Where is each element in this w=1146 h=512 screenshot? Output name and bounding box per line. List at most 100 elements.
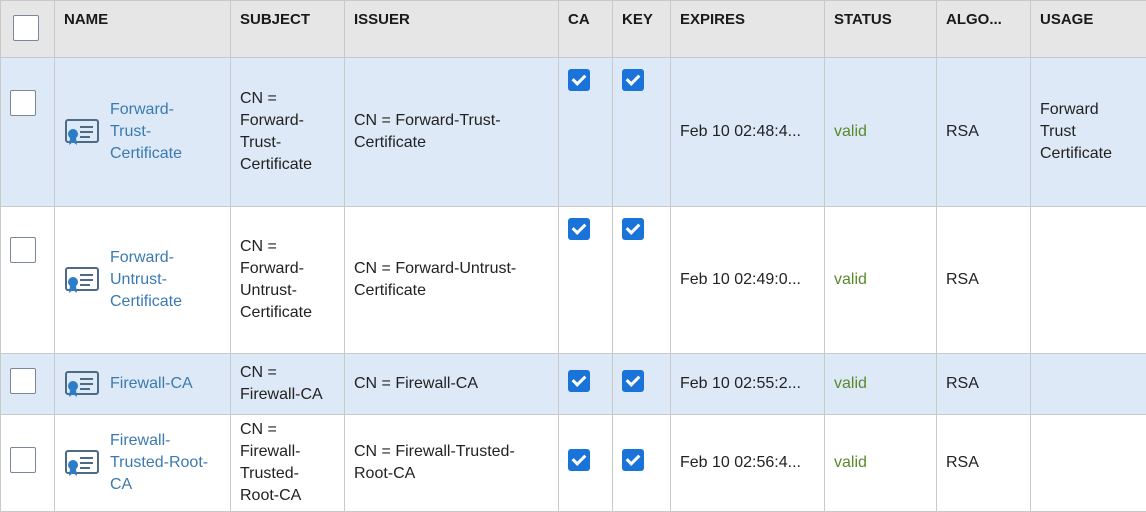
- status-cell: valid: [824, 206, 937, 354]
- expires-value: Feb 10 02:49:0...: [680, 271, 801, 288]
- expires-value: Feb 10 02:48:4...: [680, 123, 801, 140]
- subject-line: CN =: [240, 238, 277, 255]
- row-checkbox[interactable]: [10, 367, 36, 394]
- ca-checked-icon: [568, 218, 590, 240]
- issuer-line: Root-CA: [354, 465, 416, 482]
- algorithm-value: RSA: [946, 271, 979, 288]
- issuer-line: CN = Forward-Trust-: [354, 112, 501, 129]
- column-header-label: ISSUER: [354, 11, 410, 28]
- subject-line: Root-CA: [240, 487, 302, 504]
- name-line: Untrust-: [110, 271, 167, 288]
- row-select-cell: [0, 57, 55, 207]
- issuer-cell: CN = Forward-Trust- Certificate: [344, 57, 559, 207]
- name-line: Trusted-Root-: [110, 454, 209, 471]
- status-cell: valid: [824, 57, 937, 207]
- name-line: Firewall-CA: [110, 375, 193, 392]
- algorithm-cell: RSA: [936, 57, 1031, 207]
- row-checkbox[interactable]: [10, 237, 36, 263]
- table-row[interactable]: Forward- Untrust- Certificate CN = Forward-…: [0, 206, 1146, 354]
- name-cell: Firewall-CA: [54, 353, 231, 415]
- expires-cell: Feb 10 02:56:4...: [670, 414, 825, 512]
- table-row[interactable]: Firewall-CA CN = Firewall-CA CN = Firewal…: [0, 353, 1146, 415]
- algorithm-value: RSA: [946, 454, 979, 471]
- select-all-checkbox[interactable]: [13, 15, 39, 41]
- usage-cell: [1030, 414, 1146, 512]
- issuer-cell: CN = Forward-Untrust- Certificate: [344, 206, 559, 354]
- certificates-table: NAME SUBJECT ISSUER CA KEY EXPIRES STATU…: [0, 0, 1146, 512]
- name-line: Certificate: [110, 293, 183, 310]
- subject-cell: CN = Firewall-CA: [230, 353, 345, 415]
- subject-line: Firewall-: [240, 443, 301, 460]
- subject-cell: CN = Firewall- Trusted- Root-CA: [230, 414, 345, 512]
- header-row: NAME SUBJECT ISSUER CA KEY EXPIRES STATU…: [0, 0, 1146, 58]
- issuer-line: CN = Forward-Untrust-: [354, 260, 517, 277]
- key-cell: [612, 414, 671, 512]
- column-header-expires[interactable]: EXPIRES: [670, 0, 825, 58]
- column-header-algorithm[interactable]: ALGO...: [936, 0, 1031, 58]
- issuer-line: Certificate: [354, 282, 427, 299]
- name-line: Certificate: [110, 145, 183, 162]
- column-header-name[interactable]: NAME: [54, 0, 231, 58]
- ca-cell: [558, 206, 613, 354]
- usage-cell: [1030, 206, 1146, 354]
- name-cell: Forward- Trust- Certificate: [54, 57, 231, 207]
- column-header-issuer[interactable]: ISSUER: [344, 0, 559, 58]
- column-header-label: CA: [568, 11, 590, 28]
- usage-cell: Forward Trust Certificate: [1030, 57, 1146, 207]
- subject-line: Certificate: [240, 304, 313, 321]
- key-cell: [612, 206, 671, 354]
- ca-checked-icon: [568, 369, 590, 392]
- key-cell: [612, 353, 671, 415]
- column-header-label: STATUS: [834, 11, 892, 28]
- column-header-label: USAGE: [1040, 11, 1094, 28]
- issuer-line: Certificate: [354, 134, 427, 151]
- certificate-name-link[interactable]: Forward- Untrust- Certificate: [110, 247, 182, 313]
- status-cell: valid: [824, 414, 937, 512]
- usage-line: Forward Trust: [1040, 101, 1099, 140]
- column-header-subject[interactable]: SUBJECT: [230, 0, 345, 58]
- column-header-label: ALGO...: [946, 11, 1002, 28]
- subject-line: CN =: [240, 364, 277, 381]
- column-header-label: KEY: [622, 11, 653, 28]
- subject-cell: CN = Forward- Untrust- Certificate: [230, 206, 345, 354]
- certificate-name-link[interactable]: Forward- Trust- Certificate: [110, 99, 182, 165]
- expires-cell: Feb 10 02:49:0...: [670, 206, 825, 354]
- column-header-ca[interactable]: CA: [558, 0, 613, 58]
- select-all-cell: [0, 0, 55, 58]
- row-checkbox[interactable]: [10, 90, 36, 116]
- name-line: Forward-: [110, 249, 175, 266]
- subject-line: CN =: [240, 421, 277, 438]
- certificate-icon: [65, 450, 99, 476]
- subject-line: Certificate: [240, 156, 313, 173]
- name-cell: Forward- Untrust- Certificate: [54, 206, 231, 354]
- name-line: CA: [110, 476, 133, 493]
- column-header-status[interactable]: STATUS: [824, 0, 937, 58]
- expires-cell: Feb 10 02:55:2...: [670, 353, 825, 415]
- name-cell: Firewall- Trusted-Root- CA: [54, 414, 231, 512]
- certificate-name-link[interactable]: Firewall-CA: [110, 373, 193, 395]
- table-row[interactable]: Forward- Trust- Certificate CN = Forward- Tr…: [0, 57, 1146, 207]
- table-row[interactable]: Firewall- Trusted-Root- CA CN = Firewall- Tr…: [0, 414, 1146, 512]
- issuer-line: CN = Firewall-Trusted-: [354, 443, 515, 460]
- issuer-cell: CN = Firewall-Trusted- Root-CA: [344, 414, 559, 512]
- issuer-cell: CN = Firewall-CA: [344, 353, 559, 415]
- certificate-icon: [65, 119, 99, 145]
- name-line: Trust-: [110, 123, 152, 140]
- status-value: valid: [834, 123, 867, 140]
- certificate-icon: [65, 267, 99, 293]
- usage-line: Certificate: [1040, 145, 1113, 162]
- certificate-icon: [65, 371, 99, 397]
- ca-checked-icon: [568, 448, 590, 471]
- certificate-name-link[interactable]: Firewall- Trusted-Root- CA: [110, 430, 208, 496]
- key-checked-icon: [622, 369, 644, 392]
- status-value: valid: [834, 375, 867, 392]
- key-checked-icon: [622, 218, 644, 240]
- row-checkbox[interactable]: [10, 446, 36, 473]
- subject-line: Forward-: [240, 260, 305, 277]
- algorithm-value: RSA: [946, 375, 979, 392]
- column-header-usage[interactable]: USAGE: [1030, 0, 1146, 58]
- column-header-label: SUBJECT: [240, 11, 311, 28]
- expires-cell: Feb 10 02:48:4...: [670, 57, 825, 207]
- column-header-key[interactable]: KEY: [612, 0, 671, 58]
- status-value: valid: [834, 271, 867, 288]
